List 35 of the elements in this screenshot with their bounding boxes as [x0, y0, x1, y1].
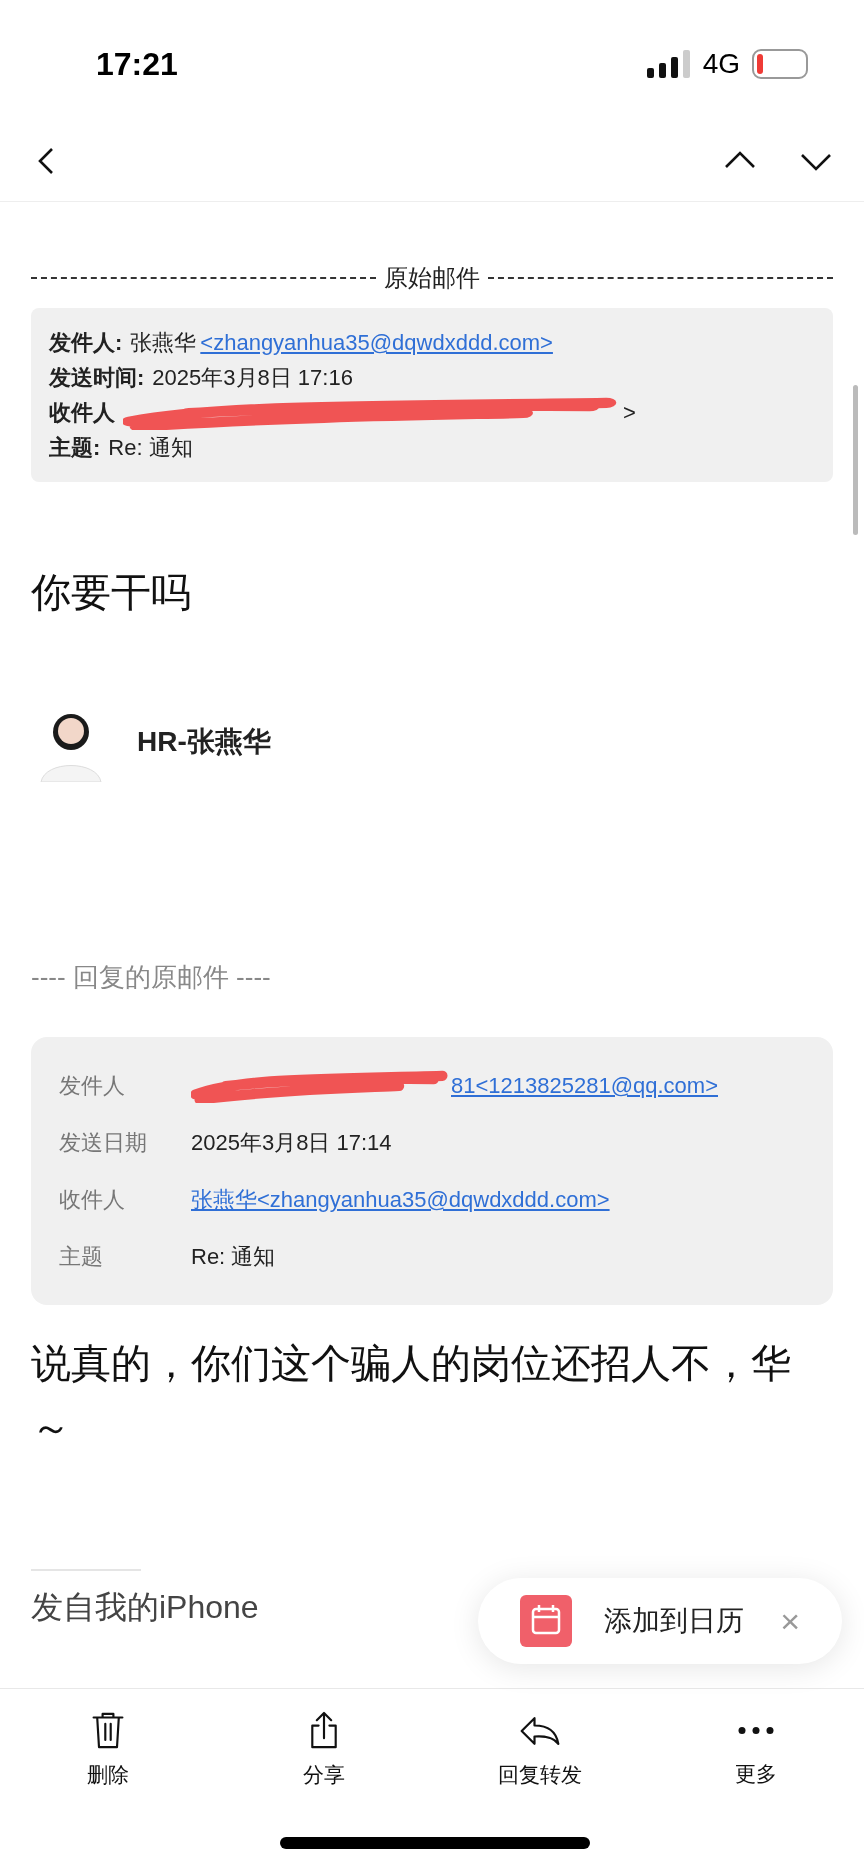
- field-label: 发送时间:: [49, 364, 145, 392]
- field-label: 发送日期: [59, 1129, 148, 1157]
- trash-icon: [90, 1711, 126, 1751]
- field-label: 收件人: [59, 1186, 126, 1214]
- message-text: 你要干吗: [31, 569, 192, 616]
- field-label: 主题:: [49, 434, 101, 462]
- field-label: 发件人: [59, 1072, 126, 1100]
- more-icon: [738, 1727, 774, 1734]
- field-value: Re: 通知: [108, 434, 193, 462]
- status-time: 17:21: [96, 45, 178, 84]
- email-link[interactable]: <zhangyanhua35@dqwdxddd.com>: [200, 325, 553, 360]
- toolbar-button[interactable]: 分享: [216, 1711, 432, 1791]
- message-text: 说真的，你们这个骗人的岗位还招人不，华～: [31, 1340, 792, 1451]
- email-link[interactable]: 81<1213825281@qq.com>: [451, 1069, 718, 1102]
- field-label: 发件人:: [49, 329, 123, 357]
- signal-icon: [646, 50, 691, 78]
- toolbar-button[interactable]: 删除: [0, 1711, 216, 1791]
- network-type: 4G: [702, 47, 740, 81]
- battery-icon: [752, 49, 808, 79]
- field-value: Re: 通知: [191, 1243, 276, 1271]
- section-heading: 原始邮件: [384, 263, 480, 293]
- sender-name: 张燕华: [130, 329, 197, 357]
- email-link[interactable]: 张燕华<zhangyanhua35@dqwdxddd.com>: [191, 1183, 610, 1216]
- reply-divider-text: ---- 回复的原邮件 ----: [31, 961, 272, 994]
- toolbar-button[interactable]: 回复转发: [432, 1711, 648, 1791]
- signature-name: HR-张燕华: [137, 725, 271, 759]
- toolbar-button[interactable]: 更多: [648, 1711, 864, 1790]
- field-label: 主题: [59, 1243, 104, 1271]
- signature-text: 发自我的iPhone: [31, 1588, 259, 1627]
- toast-label[interactable]: 添加到日历: [604, 1600, 744, 1642]
- calendar-icon: [520, 1595, 572, 1647]
- field-value: 2025年3月8日 17:16: [152, 364, 353, 392]
- field-value: 2025年3月8日 17:14: [191, 1129, 392, 1157]
- field-label: 收件人: [49, 399, 115, 427]
- field-value: >: [623, 399, 636, 427]
